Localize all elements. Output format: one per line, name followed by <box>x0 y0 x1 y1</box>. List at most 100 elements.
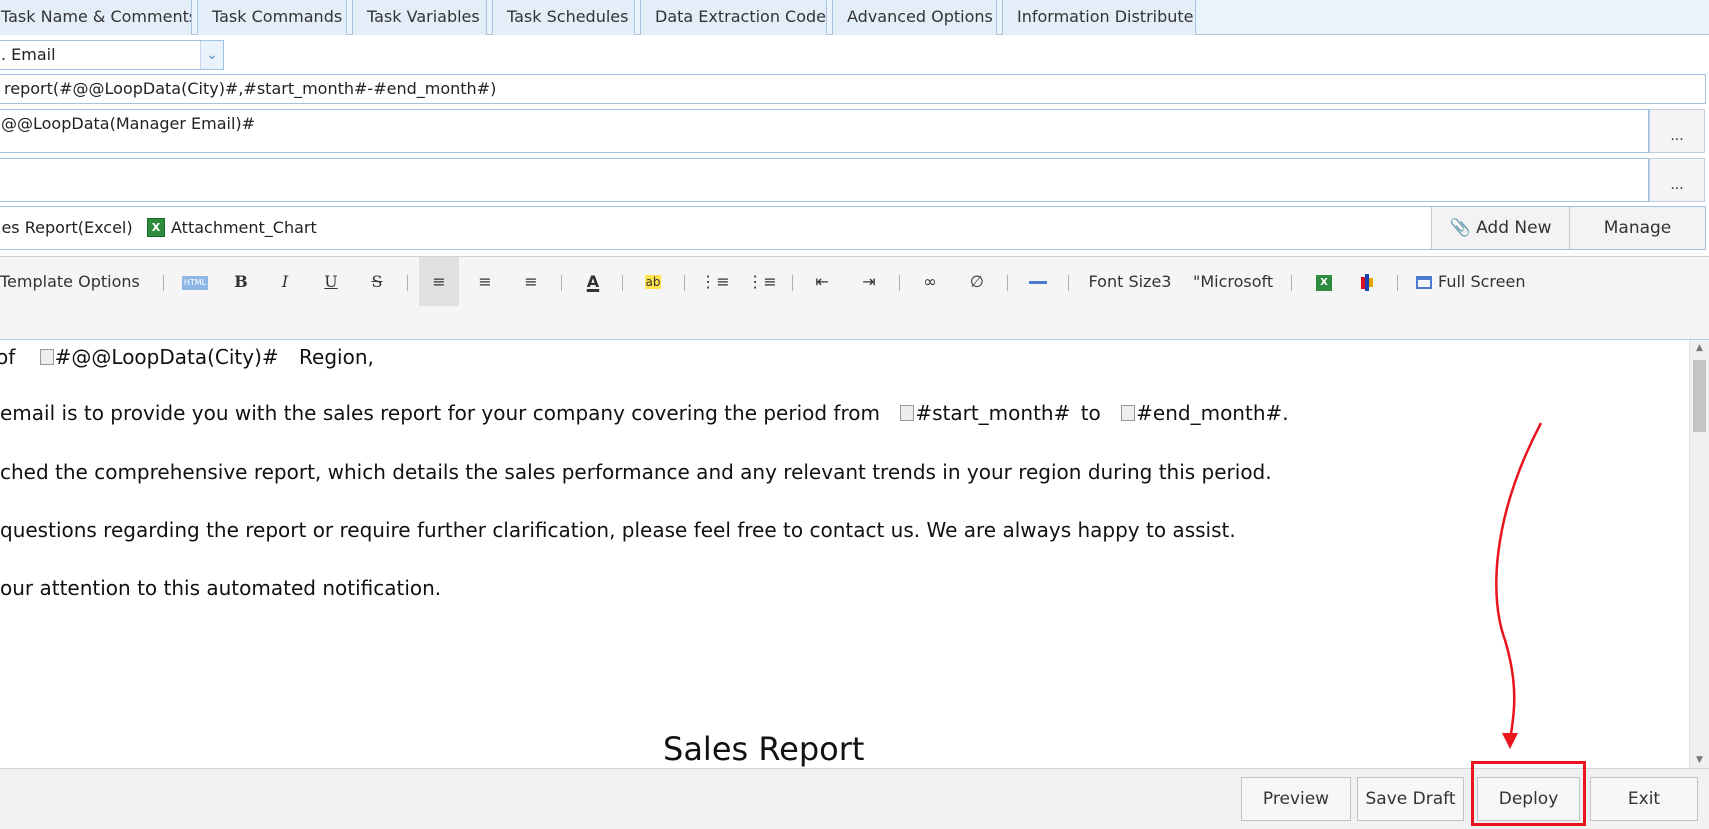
scroll-up-icon[interactable]: ▲ <box>1690 343 1709 353</box>
outdent-icon[interactable]: ⇤ <box>807 257 837 307</box>
font-size-select[interactable]: Font Size3 <box>1085 257 1175 307</box>
html-badge: HTML <box>181 275 209 290</box>
placeholder-text: #@@LoopData(City)# <box>54 345 279 369</box>
button-label: Manage <box>1603 218 1672 238</box>
body-line-attachment: ched the comprehensive report, which det… <box>0 460 1272 484</box>
button-label: Template Options <box>0 272 140 291</box>
align-center-icon[interactable]: ≡ <box>470 257 500 307</box>
strikethrough-icon[interactable]: S <box>362 257 392 307</box>
button-label: Full Screen <box>1438 272 1526 291</box>
toolbar-secondary-row <box>0 306 1709 340</box>
broken-image-icon <box>900 405 915 421</box>
separator <box>622 275 623 291</box>
paperclip-icon: 📎 <box>1449 218 1471 238</box>
attachment-sales-report[interactable]: les Report(Excel) <box>0 207 133 249</box>
preview-button[interactable]: Preview <box>1241 777 1351 821</box>
font-size-value: Font Size3 <box>1088 272 1172 291</box>
spellcheck-icon[interactable]: ab <box>638 257 668 307</box>
separator <box>407 275 408 291</box>
full-screen-button[interactable]: Full Screen <box>1416 257 1538 307</box>
bold-icon[interactable]: B <box>226 257 256 307</box>
align-right-icon[interactable]: ≡ <box>516 257 546 307</box>
indent-icon[interactable]: ⇥ <box>854 257 884 307</box>
italic-icon[interactable]: I <box>270 257 300 307</box>
tab-data-extraction-code[interactable]: Data Extraction Code <box>640 0 827 35</box>
template-options-button[interactable]: Template Options <box>0 257 150 307</box>
body-line-questions: questions regarding the report or requir… <box>0 518 1236 542</box>
font-color-icon[interactable]: A <box>578 257 608 307</box>
attachment-label: Attachment_Chart <box>171 218 317 237</box>
separator <box>899 275 900 291</box>
tab-advanced-options[interactable]: Advanced Options <box>832 0 997 35</box>
unlink-icon[interactable]: ∅ <box>962 257 992 307</box>
cc-input[interactable] <box>0 158 1649 202</box>
text-segment: of <box>0 345 16 369</box>
tab-task-schedules[interactable]: Task Schedules <box>492 0 635 35</box>
recipient-input[interactable]: @@LoopData(Manager Email)# <box>0 109 1649 153</box>
tab-label: Task Commands <box>212 7 343 26</box>
bullet-list-icon[interactable]: ⋮≡ <box>700 257 730 307</box>
report-title: Sales Report <box>663 730 865 768</box>
subject-input[interactable]: report(#@@LoopData(City)#,#start_month#-… <box>0 74 1706 104</box>
align-left-icon[interactable]: ≡ <box>419 257 459 307</box>
button-label: ... <box>1670 177 1684 193</box>
separator <box>684 275 685 291</box>
window-icon <box>1416 276 1432 289</box>
separator <box>163 275 164 291</box>
body-line-period: email is to provide you with the sales r… <box>0 401 1289 425</box>
tab-label: Data Extraction Code <box>655 7 827 26</box>
footer-bar: Preview Save Draft Deploy Exit <box>0 768 1709 829</box>
editor-scrollbar[interactable]: ▲ ▼ <box>1689 340 1709 768</box>
tab-task-variables[interactable]: Task Variables <box>352 0 487 35</box>
separator <box>1007 275 1008 291</box>
tab-task-name-comments[interactable]: Task Name & Comments <box>0 0 192 35</box>
numbered-list-icon[interactable]: ⋮≡ <box>747 257 777 307</box>
button-label: Preview <box>1262 789 1330 809</box>
scrollbar-thumb[interactable] <box>1693 360 1706 432</box>
end-month-placeholder: #end_month# <box>1121 401 1282 425</box>
deploy-highlight-box <box>1471 761 1586 826</box>
recipient-picker-button[interactable]: ... <box>1649 109 1705 153</box>
insert-chart-icon[interactable] <box>1352 257 1382 307</box>
button-label: Save Draft <box>1365 789 1456 809</box>
tab-task-commands[interactable]: Task Commands <box>197 0 347 35</box>
editor-toolbar: Template Options HTML B I U S ≡ ≡ ≡ A ab… <box>0 256 1709 307</box>
city-placeholder: #@@LoopData(City)# <box>39 345 279 369</box>
text-segment: Region, <box>299 345 374 369</box>
start-month-placeholder: #start_month# <box>900 401 1070 425</box>
tab-label: Information Distribute <box>1017 7 1194 26</box>
button-label: ... <box>1670 128 1684 144</box>
send-type-select[interactable]: . Email ⌄ <box>0 40 224 70</box>
horizontal-rule-icon[interactable] <box>1023 257 1053 307</box>
add-new-attachment-button[interactable]: 📎 Add New <box>1431 207 1569 249</box>
attachment-chart[interactable]: Attachment_Chart <box>171 207 317 249</box>
tab-label: Advanced Options <box>847 7 993 26</box>
broken-image-icon <box>39 349 54 365</box>
tab-bar: Task Name & Comments Task Commands Task … <box>0 0 1709 35</box>
cc-picker-button[interactable]: ... <box>1649 158 1705 202</box>
save-draft-button[interactable]: Save Draft <box>1357 777 1464 821</box>
manage-attachments-button[interactable]: Manage <box>1569 207 1705 249</box>
html-source-icon[interactable]: HTML <box>180 257 210 307</box>
text-segment: . <box>1282 401 1289 425</box>
font-name-select[interactable]: "Microsoft <box>1193 257 1288 307</box>
attachments-row: les Report(Excel) X Attachment_Chart 📎 A… <box>0 206 1706 250</box>
separator <box>561 275 562 291</box>
chevron-down-icon[interactable]: ⌄ <box>200 41 223 69</box>
link-icon[interactable]: ∞ <box>915 257 945 307</box>
insert-excel-icon[interactable]: X <box>1309 257 1339 307</box>
text-segment: to <box>1080 401 1101 425</box>
scroll-down-icon[interactable]: ▼ <box>1690 755 1709 765</box>
separator <box>1397 275 1398 291</box>
attachment-label: les Report(Excel) <box>0 218 133 237</box>
tab-information-distribute[interactable]: Information Distribute <box>1002 0 1196 35</box>
tab-label: Task Name & Comments <box>1 7 192 26</box>
exit-button[interactable]: Exit <box>1590 777 1698 821</box>
email-body-editor[interactable]: of #@@LoopData(City)# Region, email is t… <box>0 340 1689 768</box>
subject-value: report(#@@LoopData(City)#,#start_month#-… <box>4 79 497 98</box>
button-label: Add New <box>1476 218 1552 238</box>
placeholder-text: #start_month# <box>915 401 1071 425</box>
underline-icon[interactable]: U <box>316 257 346 307</box>
font-name-value: "Microsoft <box>1193 272 1274 291</box>
send-type-value: . Email <box>1 45 56 64</box>
